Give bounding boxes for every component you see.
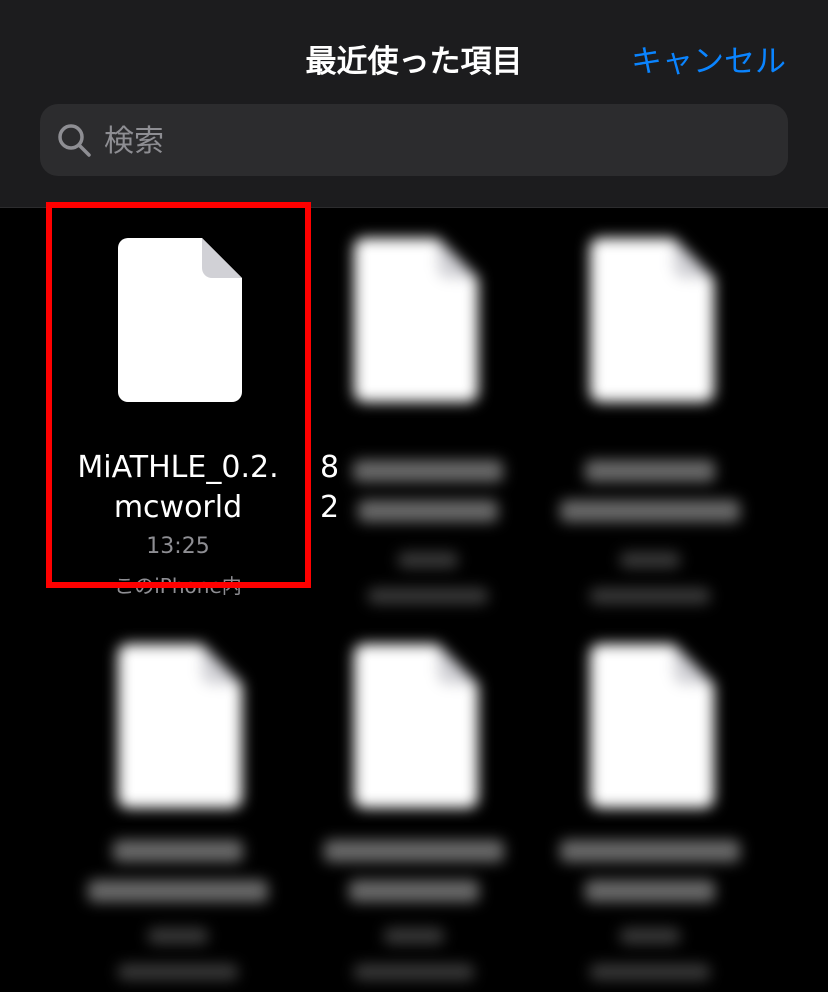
document-icon (354, 644, 478, 808)
search-icon (58, 124, 91, 157)
document-icon (118, 644, 242, 808)
file-item[interactable] (530, 238, 770, 604)
document-icon (118, 238, 242, 402)
file-location: このiPhone内 (114, 574, 242, 598)
file-item[interactable] (530, 644, 770, 984)
search-bar[interactable] (40, 104, 788, 178)
file-name-line-2: 2 (320, 490, 340, 525)
blurred-file-details (550, 840, 750, 980)
document-icon (354, 238, 478, 402)
blurred-file-details (314, 840, 514, 980)
navigation-header: 最近使った項目 キャンセル (0, 0, 828, 208)
blurred-file-details (338, 460, 518, 610)
blurred-file-details (550, 460, 750, 610)
file-name-line-1: MiATHLE_0.2. (77, 450, 279, 485)
search-input[interactable] (102, 104, 766, 178)
document-icon (590, 644, 714, 808)
file-item[interactable]: 8 2 (294, 238, 534, 604)
file-name: MiATHLE_0.2. mcworld (58, 448, 298, 528)
file-item[interactable]: MiATHLE_0.2. mcworld 13:25 このiPhone内 (58, 238, 298, 598)
document-icon (590, 238, 714, 402)
file-item[interactable] (58, 644, 298, 984)
cancel-button[interactable]: キャンセル (631, 36, 786, 81)
recent-files-grid: MiATHLE_0.2. mcworld 13:25 このiPhone内 8 2 (0, 208, 828, 992)
file-name-line-2: mcworld (113, 490, 243, 525)
file-item[interactable] (294, 644, 534, 984)
file-name-line-1: 8 (320, 450, 340, 485)
file-modified-time: 13:25 (146, 534, 210, 559)
blurred-file-details (78, 840, 278, 980)
